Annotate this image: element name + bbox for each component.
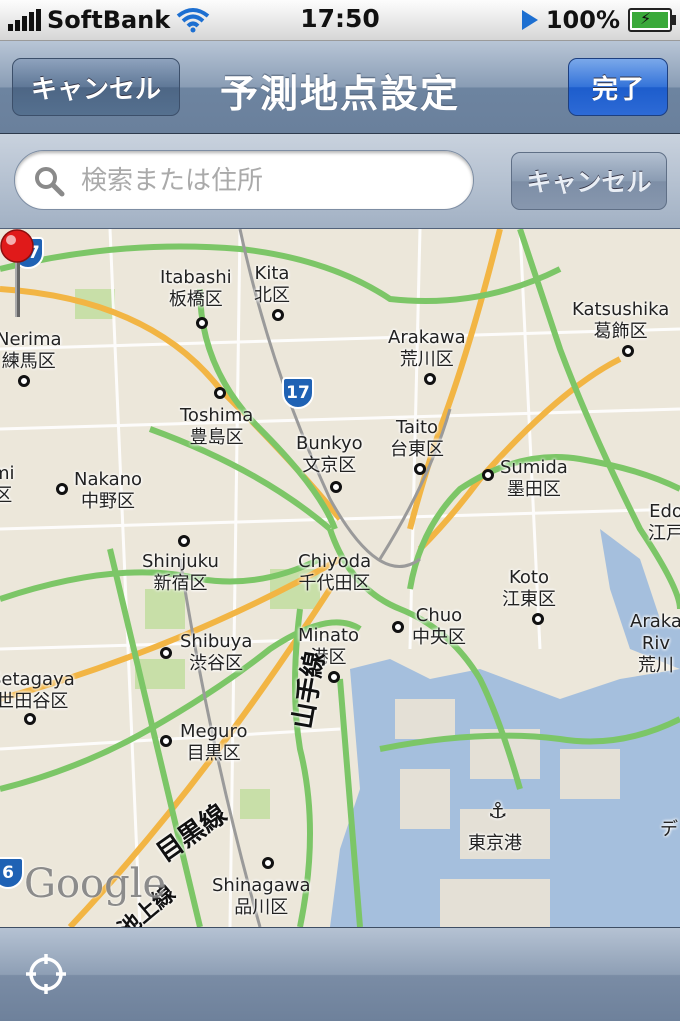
area-label-taito: Taito 台東区 [390, 417, 444, 460]
bottom-toolbar [0, 927, 680, 1021]
done-button[interactable]: 完了 [568, 58, 668, 116]
area-dot-shibuya [160, 647, 172, 659]
search-field[interactable] [14, 150, 474, 210]
area-label-chiyoda: Chiyoda 千代田区 [298, 551, 372, 594]
area-label-koto: Koto 江東区 [502, 567, 556, 610]
port-label: 東京港 [468, 833, 522, 854]
area-dot-itabashi [196, 317, 208, 329]
battery-charging-icon: ⚡ [628, 8, 676, 32]
play-icon [521, 10, 538, 30]
google-watermark: Google [24, 861, 167, 907]
area-dot-arakawa [424, 373, 436, 385]
area-label-sumida: Sumida 墨田区 [500, 457, 568, 500]
area-dot-bunkyo [330, 481, 342, 493]
route-shield-17-center: 17 [282, 377, 314, 409]
area-dot-taito [414, 463, 426, 475]
magnifier-icon [35, 167, 65, 197]
area-label-edogawa-partial: Edo 江戸 [648, 501, 680, 544]
area-dot-setagaya [24, 713, 36, 725]
area-label-kita: Kita 北区 [254, 263, 290, 306]
area-label-meguro: Meguro 目黒区 [180, 721, 248, 764]
area-dot-kita [272, 309, 284, 321]
area-label-nerima: Nerima 練馬区 [0, 329, 62, 372]
area-dot-sumida [482, 469, 494, 481]
area-label-itabashi: Itabashi 板橋区 [160, 267, 232, 310]
area-dot-shinagawa [262, 857, 274, 869]
area-label-setagaya: Setagaya世田谷区 [0, 669, 75, 712]
area-dot-shinjuku [178, 535, 190, 547]
area-label-arakawa: Arakawa 荒川区 [388, 327, 466, 370]
search-input[interactable] [79, 159, 463, 203]
area-label-left-partial: mi 区 [0, 463, 15, 506]
area-label-nakano: Nakano 中野区 [74, 469, 143, 512]
area-label-toshima: Toshima 豊島区 [180, 405, 254, 448]
area-label-arakawa-river-partial: Araka Riv 荒川 [630, 611, 680, 676]
battery-percent: 100% [545, 6, 620, 34]
navigation-bar: キャンセル 予測地点設定 完了 [0, 41, 680, 134]
area-dot-minato [328, 671, 340, 683]
area-label-bunkyo: Bunkyo 文京区 [296, 433, 363, 476]
status-right: 100% ⚡ [521, 5, 676, 35]
area-label-shinjuku: Shinjuku 新宿区 [142, 551, 219, 594]
area-label-chuo: Chuo 中央区 [412, 605, 466, 648]
area-dot-koto [532, 613, 544, 625]
area-dot-nakano [56, 483, 68, 495]
search-bar: キャンセル [0, 134, 680, 229]
locate-me-icon[interactable] [24, 952, 68, 996]
area-label-katsushika: Katsushika 葛飾区 [572, 299, 670, 342]
area-dot-nerima [18, 375, 30, 387]
area-dot-katsushika [622, 345, 634, 357]
anchor-icon: ⚓ [488, 799, 508, 824]
area-dot-chuo [392, 621, 404, 633]
map-view[interactable]: 17 17 6 Itabashi板橋区 Kita北区 Katsushika葛飾区… [0, 229, 680, 927]
status-bar: SoftBank 17:50 100% ⚡ [0, 0, 680, 41]
location-pin-icon[interactable] [0, 229, 36, 319]
area-dot-meguro [160, 735, 172, 747]
area-label-shinagawa: Shinagawa 品川区 [212, 875, 311, 918]
area-dot-toshima [214, 387, 226, 399]
area-label-right-partial: デ [660, 819, 678, 840]
search-cancel-button[interactable]: キャンセル [511, 152, 667, 210]
area-label-shibuya: Shibuya 渋谷区 [180, 631, 253, 674]
